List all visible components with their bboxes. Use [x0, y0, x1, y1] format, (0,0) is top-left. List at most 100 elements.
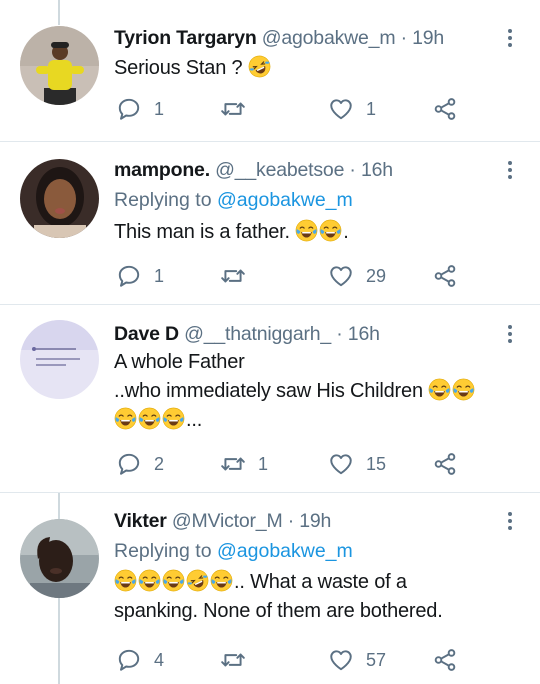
- retweet-count: 1: [258, 453, 269, 474]
- tweet-text: Serious Stan ?: [114, 54, 520, 83]
- like-button[interactable]: 57: [328, 645, 386, 675]
- joy-emoji-icon: [114, 569, 138, 593]
- heart-icon: [328, 451, 354, 477]
- retweet-icon: [220, 263, 246, 289]
- more-options-icon[interactable]: [500, 157, 520, 183]
- reply-count: 2: [154, 453, 165, 474]
- user-handle[interactable]: @__keabetsoe: [215, 159, 344, 181]
- like-button[interactable]: 15: [328, 449, 386, 479]
- more-options-icon[interactable]: [500, 508, 520, 534]
- user-handle[interactable]: @MVictor_M: [172, 510, 283, 532]
- more-options-icon[interactable]: [500, 321, 520, 347]
- tweet-actions: 2 1 15: [116, 449, 466, 479]
- user-handle[interactable]: @agobakwe_m: [262, 27, 396, 49]
- rofl-emoji-icon: [186, 569, 210, 593]
- rofl-emoji-icon: [248, 55, 272, 79]
- joy-emoji-icon: [162, 407, 186, 431]
- retweet-button[interactable]: [220, 645, 258, 675]
- avatar[interactable]: [20, 519, 99, 598]
- share-icon: [432, 96, 458, 122]
- tweet-header: mampone. @__keabetsoe · 16h: [114, 157, 520, 183]
- retweet-icon: [220, 96, 246, 122]
- more-options-icon[interactable]: [500, 25, 520, 51]
- joy-emoji-icon: [210, 569, 234, 593]
- retweet-icon: [220, 451, 246, 477]
- joy-emoji-icon: [162, 569, 186, 593]
- tweet-text: A whole Father ..who immediately saw His…: [114, 348, 520, 435]
- replying-to: Replying to @agobakwe_m: [114, 540, 353, 562]
- reply-icon: [116, 96, 142, 122]
- reply-icon: [116, 263, 142, 289]
- user-handle[interactable]: @__thatniggarh_: [184, 323, 331, 345]
- separator-dot: ·: [344, 159, 361, 181]
- like-count: 1: [366, 98, 377, 119]
- heart-icon: [328, 647, 354, 673]
- joy-emoji-icon: [138, 407, 162, 431]
- reply-icon: [116, 451, 142, 477]
- timestamp[interactable]: 16h: [348, 323, 380, 345]
- like-button[interactable]: 29: [328, 261, 386, 291]
- retweet-button[interactable]: [220, 261, 258, 291]
- reply-icon: [116, 647, 142, 673]
- heart-icon: [328, 96, 354, 122]
- reply-count: 4: [154, 649, 165, 670]
- avatar[interactable]: [20, 320, 99, 399]
- display-name[interactable]: Dave D: [114, 323, 179, 345]
- share-icon: [432, 451, 458, 477]
- mention-link[interactable]: @agobakwe_m: [217, 189, 353, 211]
- share-icon: [432, 647, 458, 673]
- tweet[interactable]: Tyrion Targaryn @agobakwe_m · 19h Seriou…: [0, 0, 540, 142]
- tweet-text-line: .. What a waste of a: [114, 568, 520, 597]
- tweet-text: This man is a father. .: [114, 218, 520, 247]
- like-button[interactable]: 1: [328, 94, 376, 124]
- reply-button[interactable]: 2: [116, 449, 164, 479]
- tweet[interactable]: mampone. @__keabetsoe · 16h Replying to …: [0, 142, 540, 305]
- share-button[interactable]: [432, 261, 458, 291]
- joy-emoji-icon: [295, 219, 319, 243]
- tweet-text-line: spanking. None of them are bothered.: [114, 600, 443, 622]
- replying-to: Replying to @agobakwe_m: [114, 189, 353, 211]
- joy-emoji-icon: [452, 378, 476, 402]
- tweet-actions: 1 29: [116, 261, 466, 291]
- joy-emoji-icon: [114, 407, 138, 431]
- joy-emoji-icon: [319, 219, 343, 243]
- like-count: 29: [366, 265, 387, 286]
- tweet-text-line: ..who immediately saw His Children: [114, 377, 520, 406]
- avatar[interactable]: [20, 159, 99, 238]
- share-button[interactable]: [432, 94, 458, 124]
- tweet-actions: 4 57: [116, 645, 466, 675]
- tweet-header: Vikter @MVictor_M · 19h: [114, 508, 520, 534]
- reply-count: 1: [154, 98, 165, 119]
- tweet-text-line: Serious Stan ?: [114, 54, 520, 83]
- retweet-icon: [220, 647, 246, 673]
- timestamp[interactable]: 19h: [412, 27, 444, 49]
- retweet-button[interactable]: 1: [220, 449, 268, 479]
- timestamp[interactable]: 16h: [361, 159, 393, 181]
- tweet-header: Dave D @__thatniggarh_ · 16h: [114, 321, 520, 347]
- joy-emoji-icon: [428, 378, 452, 402]
- like-count: 57: [366, 649, 387, 670]
- display-name[interactable]: mampone.: [114, 159, 210, 181]
- tweet-text-line: This man is a father. .: [114, 219, 349, 243]
- tweet[interactable]: Dave D @__thatniggarh_ · 16h A whole Fat…: [0, 305, 540, 493]
- separator-dot: ·: [282, 510, 300, 532]
- mention-link[interactable]: @agobakwe_m: [217, 540, 353, 562]
- avatar[interactable]: [20, 26, 99, 105]
- tweet-text: .. What a waste of a spanking. None of t…: [114, 568, 520, 626]
- display-name[interactable]: Tyrion Targaryn: [114, 27, 257, 49]
- separator-dot: ·: [331, 323, 348, 345]
- share-icon: [432, 263, 458, 289]
- retweet-button[interactable]: [220, 94, 258, 124]
- share-button[interactable]: [432, 645, 458, 675]
- display-name[interactable]: Vikter: [114, 510, 167, 532]
- reply-count: 1: [154, 265, 165, 286]
- tweet-text-line: ...: [114, 406, 520, 435]
- timestamp[interactable]: 19h: [299, 510, 331, 532]
- like-count: 15: [366, 453, 387, 474]
- reply-button[interactable]: 1: [116, 94, 164, 124]
- share-button[interactable]: [432, 449, 458, 479]
- tweet[interactable]: Vikter @MVictor_M · 19h Replying to @ago…: [0, 493, 540, 684]
- reply-button[interactable]: 1: [116, 261, 164, 291]
- reply-button[interactable]: 4: [116, 645, 164, 675]
- tweet-actions: 1 1: [116, 94, 466, 124]
